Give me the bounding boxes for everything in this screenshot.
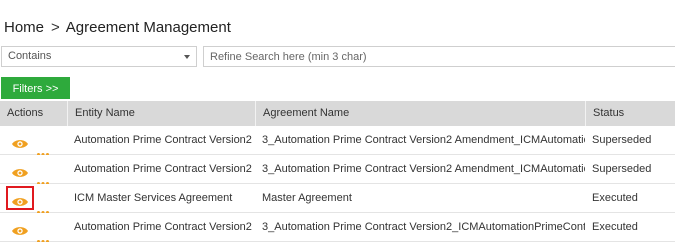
entity-name-cell: Automation Prime Contract Version2 ... xyxy=(74,163,255,175)
status-cell: Superseded xyxy=(592,134,652,146)
entity-name-cell: ICM Master Services Agreement xyxy=(74,192,233,204)
entity-name-cell: Automation Prime Contract Version2 ... xyxy=(74,134,255,146)
column-header-actions[interactable]: Actions xyxy=(0,101,67,126)
match-mode-value: Contains xyxy=(8,50,52,62)
eye-icon[interactable] xyxy=(11,133,29,148)
table-row[interactable]: Automation Prime Contract Version2 ... 3_… xyxy=(0,155,675,184)
column-header-status[interactable]: Status xyxy=(585,101,675,126)
breadcrumb-current: Agreement Management xyxy=(65,19,231,36)
search-bar: Contains xyxy=(0,46,675,68)
agreement-name-cell[interactable]: 3_Automation Prime Contract Version2 Ame… xyxy=(255,126,585,155)
eye-icon[interactable] xyxy=(11,162,29,177)
eye-icon[interactable] xyxy=(11,220,29,235)
table-body: Automation Prime Contract Version2 ... 3_… xyxy=(0,126,675,242)
highlight-box xyxy=(6,186,34,210)
actions-cell xyxy=(0,213,67,242)
match-mode-select[interactable]: Contains xyxy=(1,46,197,67)
status-cell: Executed xyxy=(592,221,638,233)
agreements-table: Actions Entity Name Agreement Name Statu… xyxy=(0,101,675,242)
more-options-icon[interactable] xyxy=(37,168,49,184)
table-row[interactable]: ICM Master Services Agreement Master Agre… xyxy=(0,184,675,213)
agreement-management-page: Home > Agreement Management Contains Filte… xyxy=(0,0,675,244)
table-row[interactable]: Automation Prime Contract Version2 3_Auto… xyxy=(0,213,675,242)
agreement-name-cell[interactable]: 3_Automation Prime Contract Version2 Ame… xyxy=(255,155,585,184)
status-cell: Executed xyxy=(592,192,638,204)
column-header-agreement-name[interactable]: Agreement Name xyxy=(255,101,585,126)
entity-name-cell: Automation Prime Contract Version2 xyxy=(74,221,252,233)
breadcrumb: Home > Agreement Management xyxy=(4,19,231,36)
more-options-icon[interactable] xyxy=(37,197,49,213)
table-row[interactable]: Automation Prime Contract Version2 ... 3_… xyxy=(0,126,675,155)
actions-cell xyxy=(0,126,67,155)
breadcrumb-home[interactable]: Home xyxy=(4,19,44,36)
more-options-icon[interactable] xyxy=(37,226,49,242)
actions-cell xyxy=(0,184,67,213)
agreement-name-cell[interactable]: 3_Automation Prime Contract Version2_ICM… xyxy=(255,213,585,242)
chevron-down-icon xyxy=(184,55,190,59)
breadcrumb-separator: > xyxy=(51,19,60,36)
filters-button[interactable]: Filters >> xyxy=(1,77,70,99)
table-header: Actions Entity Name Agreement Name Statu… xyxy=(0,101,675,126)
agreement-name-cell[interactable]: Master Agreement xyxy=(255,184,585,213)
status-cell: Superseded xyxy=(592,163,652,175)
more-options-icon[interactable] xyxy=(37,139,49,155)
refine-search-input[interactable] xyxy=(203,46,675,67)
column-header-entity-name[interactable]: Entity Name xyxy=(67,101,255,126)
actions-cell xyxy=(0,155,67,184)
